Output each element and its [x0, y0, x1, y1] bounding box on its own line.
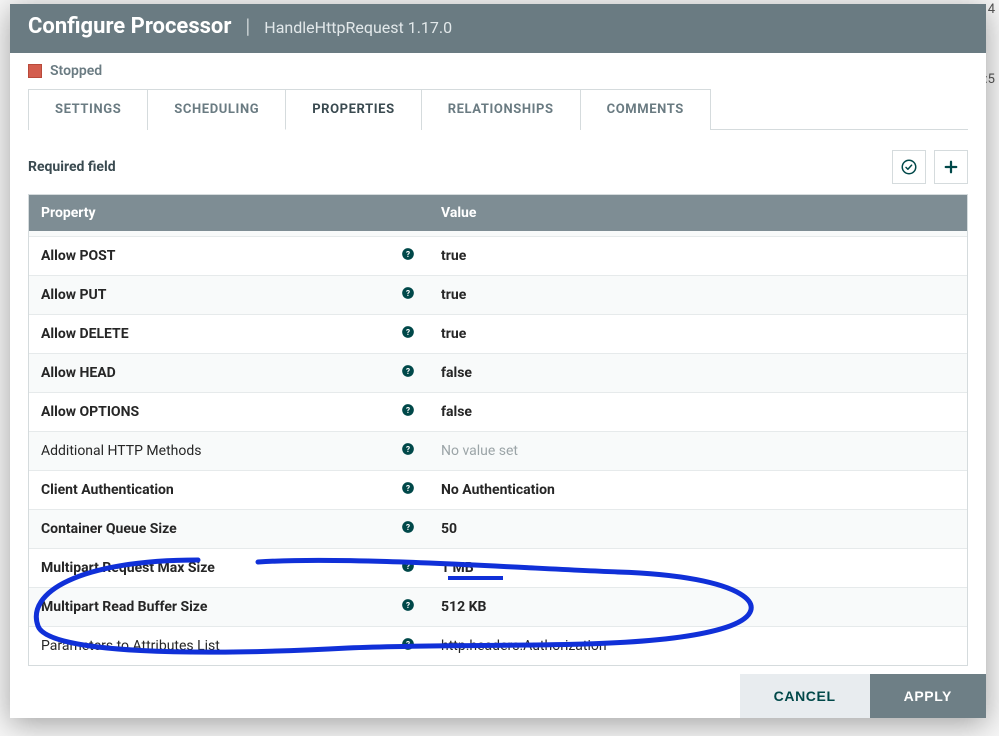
- property-value: false: [441, 365, 472, 381]
- table-header: Property Value: [29, 195, 967, 231]
- check-circle-icon: [900, 158, 918, 176]
- plus-icon: [942, 158, 960, 176]
- help-icon[interactable]: ?: [399, 520, 417, 538]
- required-field-label: Required field: [28, 159, 116, 175]
- property-name: Allow POST: [41, 248, 115, 264]
- cancel-button[interactable]: CANCEL: [740, 674, 870, 718]
- property-name: Multipart Read Buffer Size: [41, 599, 207, 615]
- property-value: true: [441, 326, 466, 342]
- table-row[interactable]: Parameters to Attributes List? http.heade…: [29, 626, 967, 665]
- help-icon[interactable]: ?: [399, 637, 417, 655]
- table-row[interactable]: Allow PUT? true: [29, 275, 967, 314]
- table-row[interactable]: Allow OPTIONS? false: [29, 392, 967, 431]
- dialog-header: Configure Processor | HandleHttpRequest …: [10, 4, 986, 53]
- tab-scheduling[interactable]: SCHEDULING: [147, 89, 285, 130]
- table-row[interactable]: Multipart Request Max Size? 1 MB: [29, 548, 967, 587]
- help-icon[interactable]: ?: [399, 559, 417, 577]
- properties-panel: Required field Property Value: [10, 130, 986, 674]
- verify-properties-button[interactable]: [892, 150, 926, 184]
- bg-text-1: 4: [988, 2, 995, 17]
- table-row[interactable]: Client Authentication? No Authentication: [29, 470, 967, 509]
- add-property-button[interactable]: [934, 150, 968, 184]
- property-value: true: [441, 248, 466, 264]
- bg-text-2: :5: [985, 72, 995, 87]
- property-value: No value set: [441, 443, 518, 459]
- svg-text:?: ?: [406, 249, 410, 259]
- property-name: Additional HTTP Methods: [41, 443, 201, 459]
- property-value: true: [441, 287, 466, 303]
- configure-processor-dialog: Configure Processor | HandleHttpRequest …: [10, 4, 986, 718]
- help-icon[interactable]: ?: [399, 442, 417, 460]
- property-name: Allow OPTIONS: [41, 404, 139, 420]
- property-name: Container Queue Size: [41, 521, 177, 537]
- processor-type: HandleHttpRequest 1.17.0: [264, 18, 452, 37]
- svg-text:?: ?: [406, 288, 410, 298]
- help-icon[interactable]: ?: [399, 364, 417, 382]
- status-bar: Stopped: [10, 53, 986, 89]
- svg-text:?: ?: [406, 483, 410, 493]
- table-row[interactable]: Allow GET?true: [29, 231, 967, 236]
- property-name: Allow PUT: [41, 287, 106, 303]
- property-name: Allow HEAD: [41, 365, 116, 381]
- tab-comments[interactable]: COMMENTS: [580, 89, 711, 130]
- property-name: Multipart Request Max Size: [41, 560, 215, 576]
- property-value: http.headers.Authorization: [441, 638, 607, 654]
- property-name: Client Authentication: [41, 482, 174, 498]
- svg-text:?: ?: [406, 405, 410, 415]
- tab-settings[interactable]: SETTINGS: [28, 89, 147, 130]
- help-icon[interactable]: ?: [399, 325, 417, 343]
- help-icon[interactable]: ?: [399, 247, 417, 265]
- property-name: Allow DELETE: [41, 326, 129, 342]
- property-value: false: [441, 404, 472, 420]
- stopped-icon: [28, 64, 42, 78]
- svg-text:?: ?: [406, 327, 410, 337]
- svg-text:?: ?: [406, 522, 410, 532]
- tab-properties[interactable]: PROPERTIES: [285, 89, 421, 130]
- table-row[interactable]: Additional HTTP Methods? No value set: [29, 431, 967, 470]
- table-row[interactable]: Allow DELETE? true: [29, 314, 967, 353]
- status-text: Stopped: [50, 63, 102, 79]
- svg-text:?: ?: [406, 366, 410, 376]
- dialog-footer: CANCEL APPLY: [10, 674, 986, 718]
- property-value: 512 KB: [441, 599, 486, 615]
- help-icon[interactable]: ?: [399, 598, 417, 616]
- dialog-tabs: SETTINGS SCHEDULING PROPERTIES RELATIONS…: [28, 89, 968, 130]
- svg-text:?: ?: [406, 561, 410, 571]
- table-body[interactable]: ?Allow GET?trueAllow POST?trueAllow PUT?…: [29, 231, 967, 665]
- property-value: 1 MB: [441, 560, 474, 576]
- svg-text:?: ?: [406, 444, 410, 454]
- table-row[interactable]: Allow POST? true: [29, 236, 967, 275]
- table-row[interactable]: Container Queue Size? 50: [29, 509, 967, 548]
- header-separator: |: [245, 14, 250, 38]
- col-value-header: Value: [441, 205, 476, 221]
- table-row[interactable]: Multipart Read Buffer Size? 512 KB: [29, 587, 967, 626]
- apply-button[interactable]: APPLY: [870, 674, 986, 718]
- dialog-title: Configure Processor: [28, 14, 231, 39]
- property-value: 50: [441, 521, 457, 537]
- property-name: Parameters to Attributes List: [41, 638, 220, 654]
- help-icon[interactable]: ?: [399, 286, 417, 304]
- svg-text:?: ?: [406, 639, 410, 649]
- help-icon[interactable]: ?: [399, 403, 417, 421]
- svg-text:?: ?: [406, 600, 410, 610]
- help-icon[interactable]: ?: [399, 481, 417, 499]
- properties-table: Property Value ?Allow GET?trueAllow POST…: [28, 194, 968, 666]
- property-value: No Authentication: [441, 482, 555, 498]
- col-property-header: Property: [41, 205, 96, 221]
- tab-relationships[interactable]: RELATIONSHIPS: [421, 89, 580, 130]
- table-row[interactable]: Allow HEAD? false: [29, 353, 967, 392]
